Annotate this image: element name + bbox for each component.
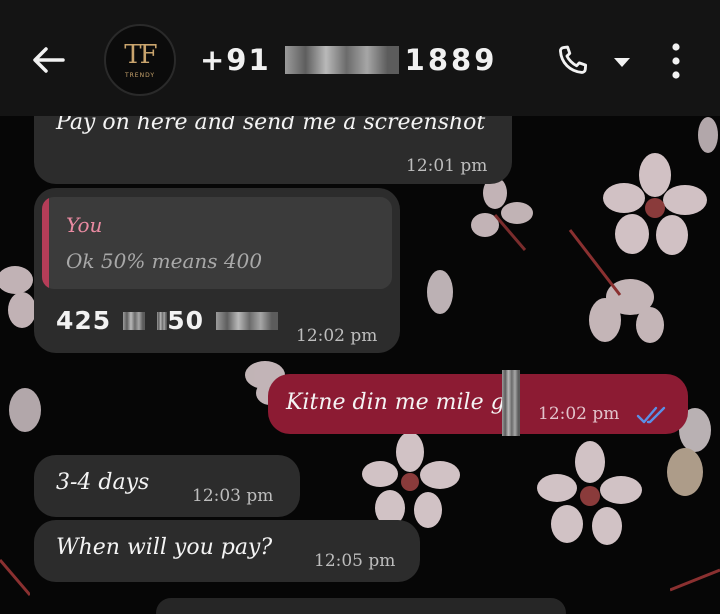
message-timestamp: 12:02 pm xyxy=(538,404,620,424)
contact-number-prefix: +91 xyxy=(200,43,271,77)
redacted-digits xyxy=(157,311,168,330)
blossom-decoration xyxy=(698,117,718,153)
phone-icon xyxy=(559,45,588,74)
message-timestamp: 12:03 pm xyxy=(192,486,274,506)
blossom-decoration xyxy=(670,568,720,592)
blossom-decoration xyxy=(568,229,664,343)
more-vert-icon xyxy=(672,43,680,79)
blossom-decoration xyxy=(537,441,642,545)
contact-avatar[interactable]: TF TRENDY xyxy=(104,24,176,96)
message-text-mid: 50 xyxy=(167,306,204,335)
back-button[interactable] xyxy=(24,38,72,82)
blossom-decoration xyxy=(0,559,30,596)
caret-down-icon xyxy=(614,58,630,67)
message-text: Kitne din me mile g xyxy=(286,390,505,415)
message-timestamp: 12:05 pm xyxy=(314,551,396,571)
chat-header: TF TRENDY +91 1889 xyxy=(0,0,720,116)
quote-accent-bar xyxy=(42,197,49,289)
blossom-decoration xyxy=(471,177,533,251)
message-bubble-partial[interactable] xyxy=(156,598,566,614)
quoted-sender: You xyxy=(66,213,103,237)
overflow-menu-button[interactable] xyxy=(660,38,692,84)
blossom-decoration xyxy=(362,432,460,528)
message-timestamp: 12:01 pm xyxy=(406,156,488,176)
message-text: When will you pay? xyxy=(56,535,273,560)
message-text-start: 425 xyxy=(56,306,112,335)
contact-number-suffix: 1889 xyxy=(404,43,498,77)
voice-call-button[interactable] xyxy=(550,40,594,82)
blossom-decoration xyxy=(427,270,453,314)
quoted-text: Ok 50% means 400 xyxy=(66,249,263,273)
redacted-digits xyxy=(284,46,399,74)
redacted-digits xyxy=(123,311,146,330)
redacted-digits xyxy=(215,311,278,330)
redacted-text xyxy=(502,370,520,436)
call-options-dropdown[interactable] xyxy=(608,48,636,76)
message-text: 3-4 days xyxy=(56,470,150,495)
message-text: 425 50 xyxy=(56,306,278,335)
avatar-subtitle: TRENDY xyxy=(124,71,156,79)
read-receipt-icon xyxy=(636,406,666,424)
arrow-left-icon xyxy=(33,47,65,73)
contact-name[interactable]: +91 1889 xyxy=(200,40,497,80)
blossom-decoration xyxy=(9,388,41,432)
avatar-monogram: TF xyxy=(124,39,157,70)
message-timestamp: 12:02 pm xyxy=(296,326,378,346)
quoted-reply[interactable]: You Ok 50% means 400 xyxy=(42,197,392,289)
